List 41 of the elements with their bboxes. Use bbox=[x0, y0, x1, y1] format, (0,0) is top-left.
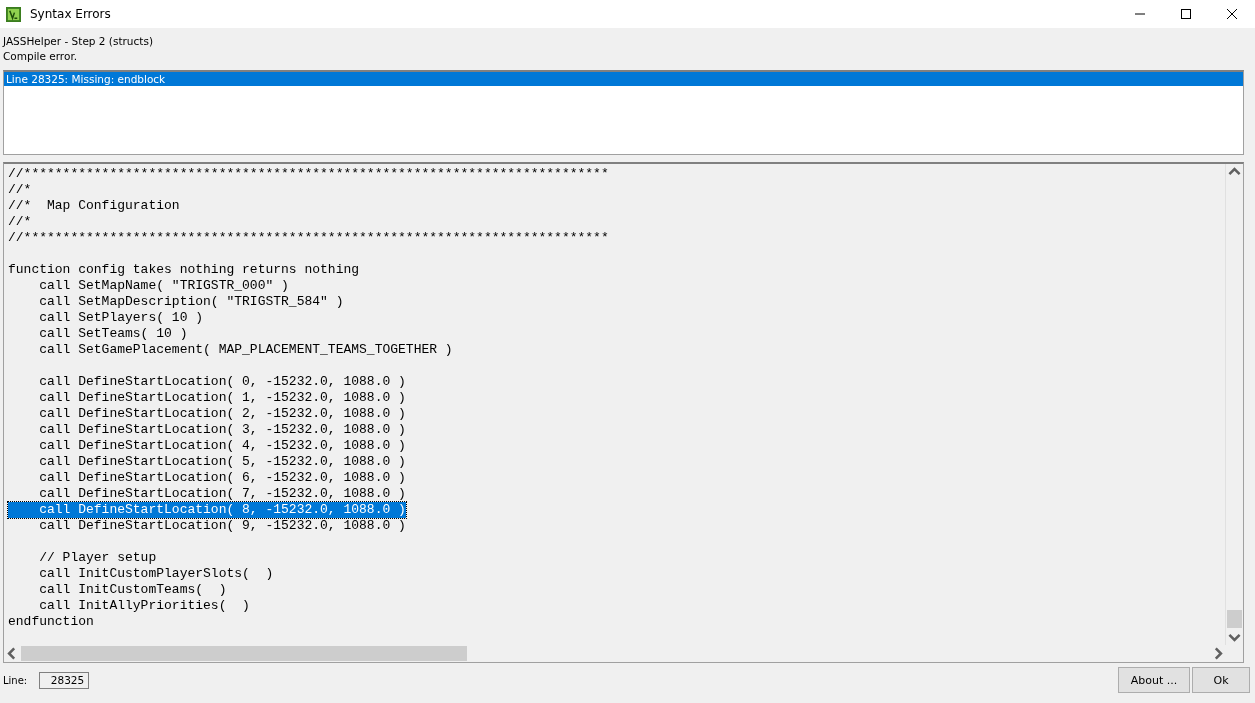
code-line: call DefineStartLocation( 5, -15232.0, 1088.0 ) bbox=[38, 454, 406, 470]
code-line: call InitAllyPriorities( ) bbox=[38, 598, 250, 614]
code-line: //*************************************************************************** bbox=[8, 166, 609, 182]
code-line: //* bbox=[8, 182, 32, 198]
line-number-field[interactable]: 28325 bbox=[39, 671, 90, 689]
line-label: Line: bbox=[3, 674, 28, 686]
code-line: //* bbox=[8, 214, 32, 230]
close-icon bbox=[1226, 8, 1238, 20]
code-line: call SetGamePlacement( MAP_PLACEMENT_TEAMS_TOGETHER ) bbox=[38, 342, 453, 358]
code-line: call DefineStartLocation( 1, -15232.0, 1088.0 ) bbox=[38, 390, 406, 406]
scrollbar-thumb[interactable] bbox=[1227, 610, 1242, 628]
code-line: call SetMapDescription( "TRIGSTR_584" ) bbox=[38, 294, 344, 310]
scrollbar-thumb[interactable] bbox=[21, 646, 467, 661]
code-line: call DefineStartLocation( 4, -15232.0, 1088.0 ) bbox=[38, 438, 406, 454]
code-line: endfunction bbox=[8, 614, 94, 630]
error-list[interactable]: Line 28325: Missing: endblock bbox=[3, 70, 1244, 155]
code-line: call SetTeams( 10 ) bbox=[38, 326, 188, 342]
code-line: call DefineStartLocation( 2, -15232.0, 1088.0 ) bbox=[38, 406, 406, 422]
code-line: call InitCustomPlayerSlots( ) bbox=[38, 566, 274, 582]
error-item[interactable]: Line 28325: Missing: endblock bbox=[4, 72, 1243, 86]
app-logo-icon bbox=[6, 6, 21, 22]
code-line: call DefineStartLocation( 6, -15232.0, 1088.0 ) bbox=[38, 470, 406, 486]
about-button[interactable]: About ... bbox=[1118, 667, 1190, 693]
step-label: JASSHelper - Step 2 (structs) bbox=[3, 34, 154, 49]
code-line: call DefineStartLocation( 0, -15232.0, 1088.0 ) bbox=[38, 374, 406, 390]
code-view[interactable] bbox=[3, 162, 1244, 663]
code-line: call DefineStartLocation( 7, -15232.0, 1088.0 ) bbox=[38, 486, 406, 502]
window-title: Syntax Errors bbox=[30, 7, 111, 21]
code-line: //*************************************************************************** bbox=[8, 230, 609, 246]
vertical-scrollbar[interactable] bbox=[1225, 164, 1243, 645]
code-line: call SetMapName( "TRIGSTR_000" ) bbox=[38, 278, 289, 294]
maximize-icon bbox=[1180, 8, 1192, 20]
code-line: call SetPlayers( 10 ) bbox=[38, 310, 204, 326]
code-line: //* Map Configuration bbox=[8, 198, 180, 214]
code-line: call DefineStartLocation( 9, -15232.0, 1088.0 ) bbox=[38, 518, 406, 534]
ok-button[interactable]: Ok bbox=[1192, 667, 1250, 693]
code-line: call DefineStartLocation( 3, -15232.0, 1088.0 ) bbox=[38, 422, 406, 438]
code-line: // Player setup bbox=[38, 550, 157, 566]
code-line: call InitCustomTeams( ) bbox=[38, 582, 227, 598]
code-line: function config takes nothing returns nothing bbox=[8, 262, 360, 278]
status-label: Compile error. bbox=[3, 49, 79, 64]
